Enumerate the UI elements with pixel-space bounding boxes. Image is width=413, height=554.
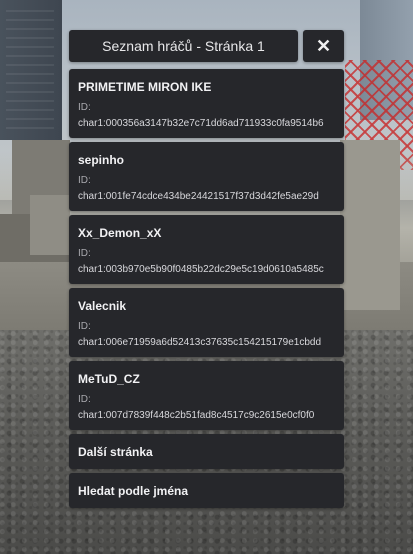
player-name: Valecnik	[78, 299, 127, 313]
player-item[interactable]: sepinho ID: char1:001fe74cdce434be244215…	[69, 142, 344, 211]
search-by-name-button[interactable]: Hledat podle jména	[69, 473, 344, 508]
player-name: PRIMETIME MIRON IKE	[78, 80, 212, 94]
menu-items: PRIMETIME MIRON IKE ID: char1:000356a314…	[69, 69, 344, 508]
player-item[interactable]: MeTuD_CZ ID: char1:007d7839f448c2b51fad8…	[69, 361, 344, 430]
game-scene: Seznam hráčů - Stránka 1 ✕ PRIMETIME MIR…	[0, 0, 413, 554]
player-id-label: ID:	[78, 102, 91, 113]
player-id: char1:003b970e5b90f0485b22dc29e5c19d0610…	[78, 264, 324, 275]
player-name: Xx_Demon_xX	[78, 226, 162, 240]
rooftop-structure	[340, 140, 400, 310]
close-icon: ✕	[315, 35, 332, 56]
player-id-label: ID:	[78, 394, 91, 405]
player-id: char1:006e71959a6d52413c37635c154215179e…	[78, 337, 322, 348]
close-button[interactable]: ✕	[303, 30, 344, 62]
background-building	[0, 0, 62, 140]
player-item[interactable]: PRIMETIME MIRON IKE ID: char1:000356a314…	[69, 69, 344, 138]
player-id-label: ID:	[78, 248, 91, 259]
player-name: MeTuD_CZ	[78, 372, 140, 386]
player-id: char1:007d7839f448c2b51fad8c4517c9c2615e…	[78, 410, 315, 421]
player-item[interactable]: Xx_Demon_xX ID: char1:003b970e5b90f0485b…	[69, 215, 344, 284]
menu-header: Seznam hráčů - Stránka 1 ✕	[69, 30, 344, 62]
player-id: char1:001fe74cdce434be24421517f37d3d42fe…	[78, 191, 319, 202]
player-item[interactable]: Valecnik ID: char1:006e71959a6d52413c376…	[69, 288, 344, 357]
player-id-label: ID:	[78, 175, 91, 186]
player-name: sepinho	[78, 153, 125, 167]
player-list-menu: Seznam hráčů - Stránka 1 ✕ PRIMETIME MIR…	[69, 30, 344, 508]
player-id: char1:000356a3147b32e7c71dd6ad711933c0fa…	[78, 118, 324, 129]
next-page-button[interactable]: Další stránka	[69, 434, 344, 469]
player-id-label: ID:	[78, 321, 91, 332]
rooftop-structure	[30, 195, 70, 255]
menu-title: Seznam hráčů - Stránka 1	[69, 30, 298, 62]
